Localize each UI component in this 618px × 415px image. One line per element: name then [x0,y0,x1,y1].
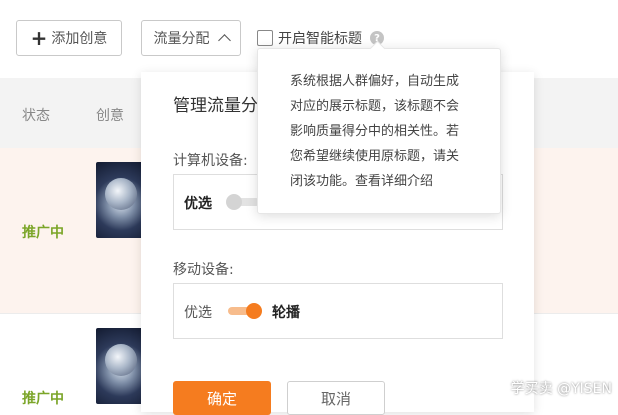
traffic-allocation-label: 流量分配 [153,31,210,47]
row-status: 推广中 [22,225,64,241]
row-status: 推广中 [22,391,64,407]
smart-title-checkbox[interactable] [257,30,273,46]
desktop-preferred-label: 优选 [184,196,212,212]
desktop-devices-label: 计算机设备: [173,153,248,169]
toggle-knob [226,194,242,210]
smart-title-label: 开启智能标题 [278,31,362,47]
mobile-devices-label: 移动设备: [173,262,234,278]
mobile-rotation-label: 轮播 [272,305,300,321]
creative-thumbnail[interactable] [96,328,146,404]
add-creative-label: 添加创意 [51,31,108,47]
creative-thumbnail[interactable] [96,162,146,238]
traffic-allocation-button[interactable]: 流量分配 [141,20,241,56]
watermark: 学买卖 @YISEN [510,381,612,397]
mobile-option-box: 优选 轮播 [173,283,503,339]
toggle-knob [246,303,262,319]
column-header-status: 状态 [22,108,50,124]
smart-title-tooltip: 系统根据人群偏好，自动生成 对应的展示标题，该标题不会 影响质量得分中的相关性。… [257,48,501,214]
mobile-preferred-label: 优选 [184,305,212,321]
panel-title: 管理流量分配 [173,96,265,116]
chevron-up-icon [217,33,231,47]
add-creative-button[interactable]: + 添加创意 [16,20,122,56]
cancel-button[interactable]: 取消 [287,381,385,415]
confirm-button[interactable]: 确定 [173,381,271,415]
plus-icon: + [30,26,48,50]
mobile-rotation-toggle[interactable] [226,303,262,319]
smart-title-option[interactable]: 开启智能标题 ? [257,27,384,49]
column-header-creative: 创意 [96,108,124,124]
